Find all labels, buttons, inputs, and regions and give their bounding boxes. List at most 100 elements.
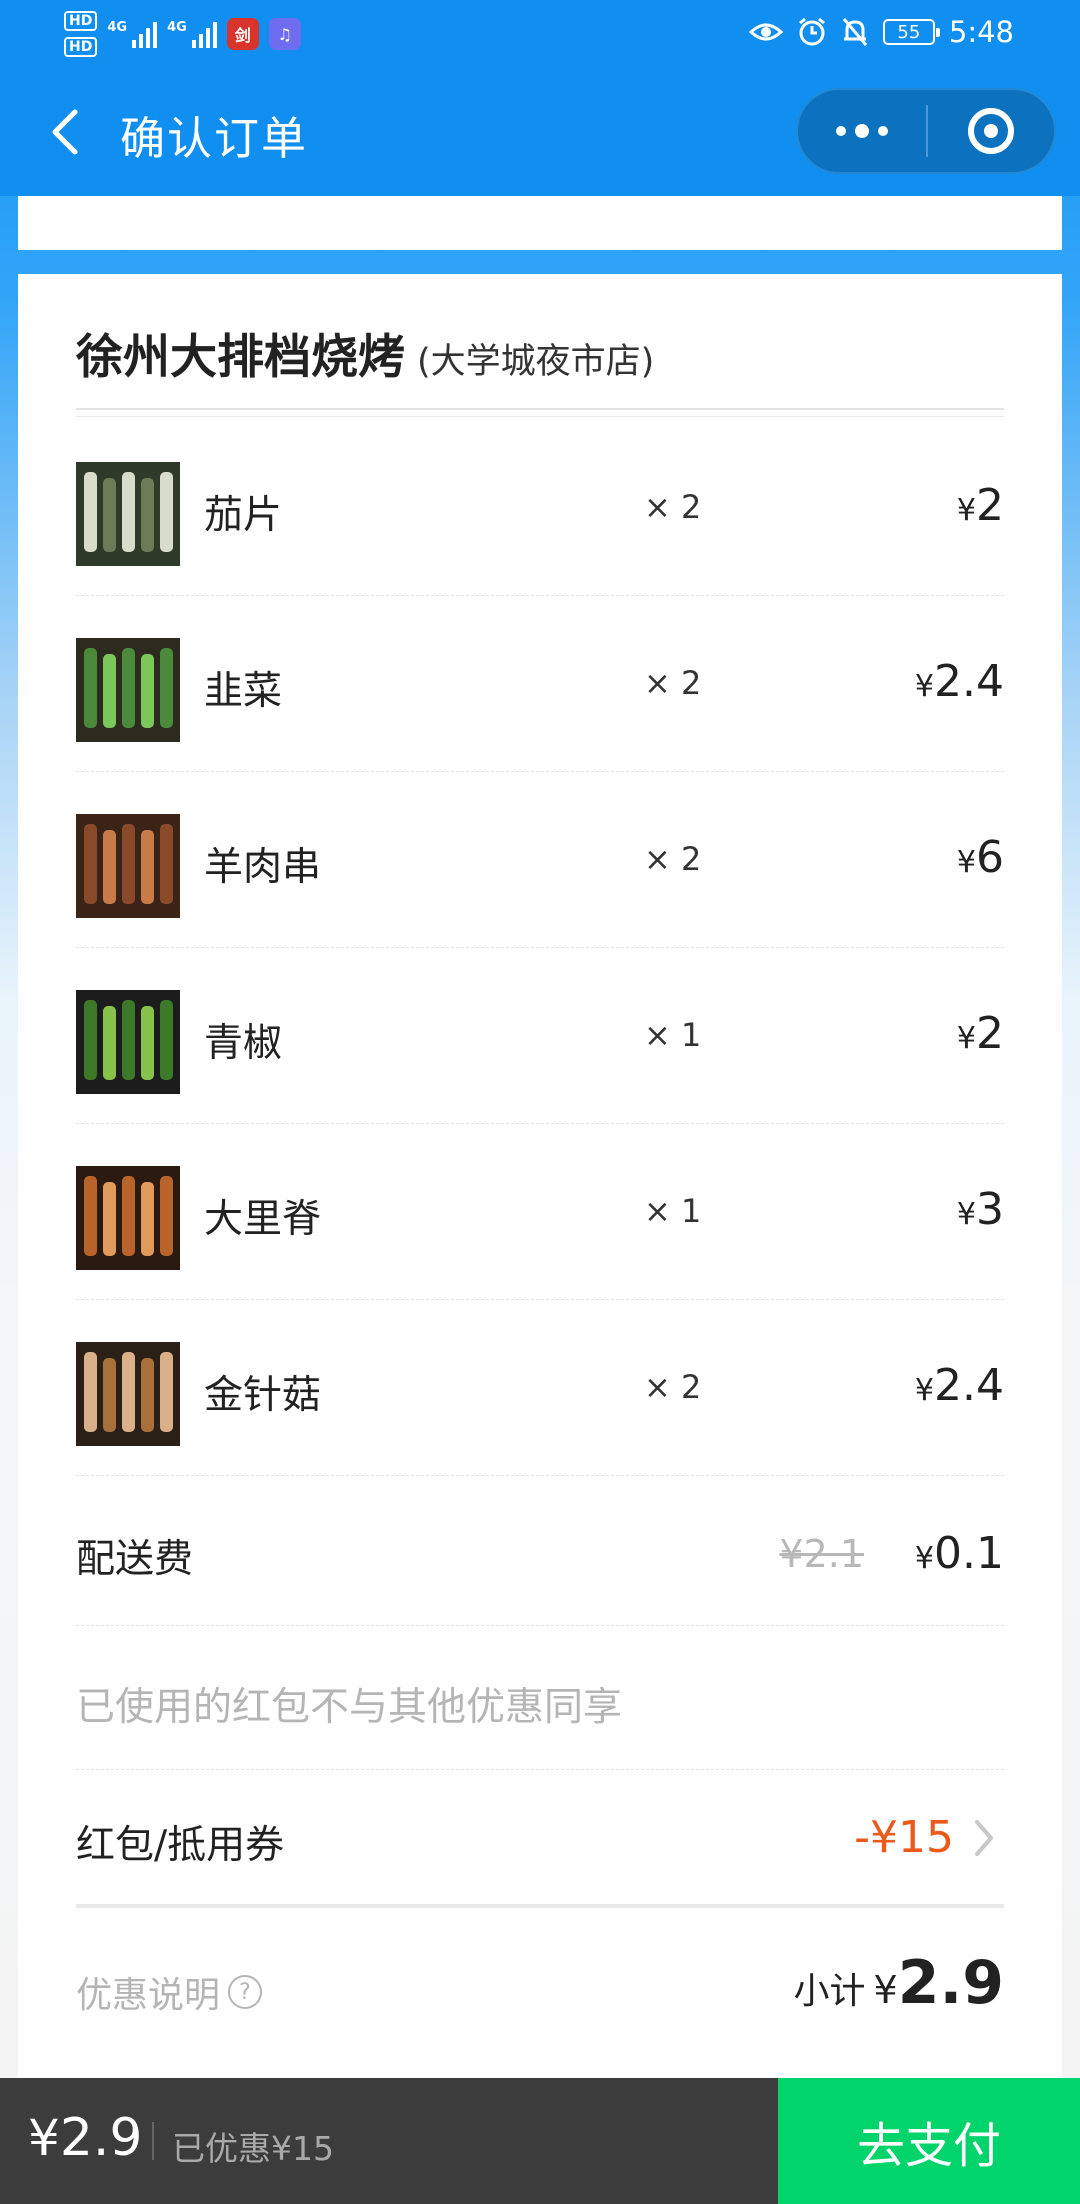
help-icon: ?: [228, 1975, 263, 2009]
coupon-row[interactable]: 红包/抵用券 -¥15: [76, 1770, 1004, 1904]
miniapp-capsule: [796, 88, 1056, 174]
nav-bar: 确认订单: [0, 66, 1080, 196]
order-total-value: 2.9: [59, 2108, 143, 2168]
more-button[interactable]: [798, 90, 926, 172]
item-price-value: 2.4: [934, 1360, 1004, 1411]
discount-summary: 已优惠¥15: [172, 2129, 334, 2168]
delivery-fee-value: 0.1: [934, 1528, 1004, 1579]
coupon-value: -¥15: [854, 1812, 954, 1863]
app-notification-icon: 剑: [226, 18, 259, 50]
page-title: 确认订单: [120, 112, 309, 165]
app-badge-text: 剑: [234, 26, 251, 45]
chevron-right-icon: [964, 1814, 1004, 1862]
shop-header: 徐州大排档烧烤 (大学城夜市店): [76, 318, 654, 387]
item-quantity: × 1: [644, 1192, 702, 1230]
currency-symbol: ¥: [28, 2109, 60, 2167]
promotion-notice-row: 已使用的红包不与其他优惠同享: [76, 1626, 1004, 1770]
battery-level: 55: [897, 21, 921, 43]
network-label-2: 4G: [167, 20, 187, 35]
promotion-info-label: 优惠说明: [76, 1975, 221, 2016]
currency-symbol: ¥: [956, 1021, 976, 1056]
order-item: 羊肉串 × 2 ¥6: [76, 772, 1004, 948]
divider: [76, 408, 1004, 410]
status-left: HD HD 4G 4G 剑 ♫: [64, 8, 301, 60]
status-right: 55 5:48: [748, 12, 1014, 52]
promotion-info-link[interactable]: 优惠说明 ?: [76, 1966, 263, 2018]
order-item: 茄片 × 2 ¥2: [76, 420, 1004, 596]
item-quantity: × 2: [644, 488, 702, 526]
currency-symbol: ¥: [956, 493, 976, 528]
order-item: 金针菇 × 2 ¥2.4: [76, 1300, 1004, 1476]
order-item: 大里脊 × 1 ¥3: [76, 1124, 1004, 1300]
item-price: ¥6: [957, 832, 1004, 883]
status-bar: HD HD 4G 4G 剑 ♫ 55 5:48: [0, 0, 1080, 66]
item-name: 茄片: [204, 493, 283, 538]
item-price: ¥2: [957, 1008, 1004, 1059]
chevron-left-icon: [52, 109, 78, 155]
signal-icon-2: 4G: [167, 20, 217, 48]
subtotal: 小计 ¥ 2.9: [794, 1948, 1005, 2018]
delivery-fee-original: ¥2.1: [779, 1532, 864, 1576]
shop-branch: (大学城夜市店): [417, 342, 655, 382]
currency-symbol: ¥: [956, 845, 976, 880]
checkout-bar: ¥2.9 已优惠¥15 去支付: [0, 2078, 1080, 2204]
more-dot-icon: [836, 126, 846, 136]
pay-button[interactable]: 去支付: [778, 2078, 1080, 2204]
signal-icon: 4G: [107, 20, 158, 48]
delivery-fee-label: 配送费: [76, 1537, 194, 1582]
divider: [76, 416, 1004, 417]
item-price: ¥2.4: [915, 656, 1004, 707]
item-thumbnail: [76, 638, 180, 742]
item-thumbnail: [76, 990, 180, 1094]
item-price-value: 6: [976, 832, 1004, 883]
item-name: 韭菜: [204, 669, 283, 714]
item-name: 青椒: [204, 1021, 283, 1066]
item-price-value: 2: [976, 480, 1004, 531]
previous-card: [18, 196, 1062, 250]
currency-symbol: ¥: [914, 669, 935, 704]
subtotal-label: 小计: [793, 1971, 866, 2012]
delivery-fee-row: 配送费 ¥2.1 ¥0.1: [76, 1476, 1004, 1626]
item-thumbnail: [76, 1342, 180, 1446]
item-price: ¥3: [957, 1184, 1004, 1235]
promotion-notice: 已使用的红包不与其他优惠同享: [76, 1685, 623, 1730]
target-icon: [968, 108, 1014, 154]
currency-symbol: ¥: [914, 1373, 935, 1408]
item-thumbnail: [76, 462, 180, 566]
divider: [152, 2122, 154, 2160]
more-dot-icon: [878, 126, 888, 136]
item-name: 大里脊: [204, 1197, 322, 1242]
currency-symbol: ¥: [956, 1197, 976, 1232]
shop-name: 徐州大排档烧烤: [76, 330, 405, 385]
music-icon: ♫: [268, 18, 301, 50]
item-name: 金针菇: [204, 1373, 322, 1418]
order-item: 青椒 × 1 ¥2: [76, 948, 1004, 1124]
item-price-value: 2: [976, 1008, 1004, 1059]
summary-row: 优惠说明 ? 小计 ¥ 2.9: [76, 1908, 1004, 2058]
item-thumbnail: [76, 1166, 180, 1270]
item-quantity: × 2: [644, 664, 702, 702]
alarm-icon: [798, 17, 825, 46]
more-dot-icon: [855, 124, 869, 138]
item-price: ¥2: [957, 480, 1004, 531]
item-thumbnail: [76, 814, 180, 918]
battery-icon: 55: [882, 19, 940, 45]
close-miniapp-button[interactable]: [928, 90, 1054, 172]
hd-icon: HD HD: [64, 11, 98, 57]
item-quantity: × 2: [644, 840, 702, 878]
back-button[interactable]: [36, 94, 92, 170]
network-label-1: 4G: [107, 20, 128, 35]
coupon-label: 红包/抵用券: [76, 1823, 285, 1868]
item-quantity: × 2: [644, 1368, 702, 1406]
item-name: 羊肉串: [204, 845, 322, 890]
hd-label-1: HD: [64, 11, 98, 31]
mute-bell-icon: [842, 18, 868, 46]
subtotal-value: 2.9: [897, 1948, 1004, 2018]
order-item: 韭菜 × 2 ¥2.4: [76, 596, 1004, 772]
eye-icon: [748, 23, 783, 41]
delivery-fee-price: ¥0.1: [915, 1528, 1004, 1579]
order-total: ¥2.9: [28, 2108, 143, 2168]
currency-symbol: ¥: [914, 1541, 935, 1576]
order-card: 徐州大排档烧烤 (大学城夜市店) 茄片 × 2 ¥2 韭菜 × 2 ¥2.4 羊…: [18, 274, 1062, 2086]
item-price: ¥2.4: [915, 1360, 1004, 1411]
